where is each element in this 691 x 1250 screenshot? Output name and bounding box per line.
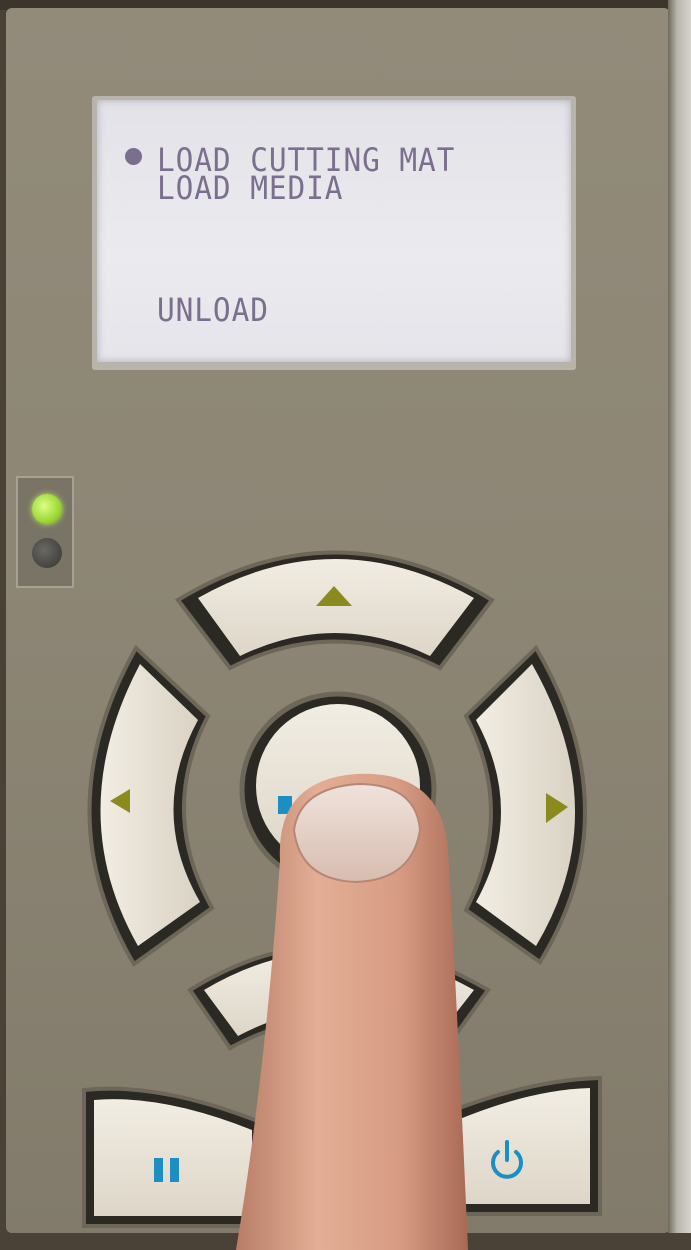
left-button[interactable] — [87, 644, 215, 967]
up-button[interactable] — [175, 550, 495, 671]
fingernail — [292, 782, 422, 884]
pause-button[interactable] — [82, 1086, 262, 1228]
finger — [236, 773, 468, 1250]
